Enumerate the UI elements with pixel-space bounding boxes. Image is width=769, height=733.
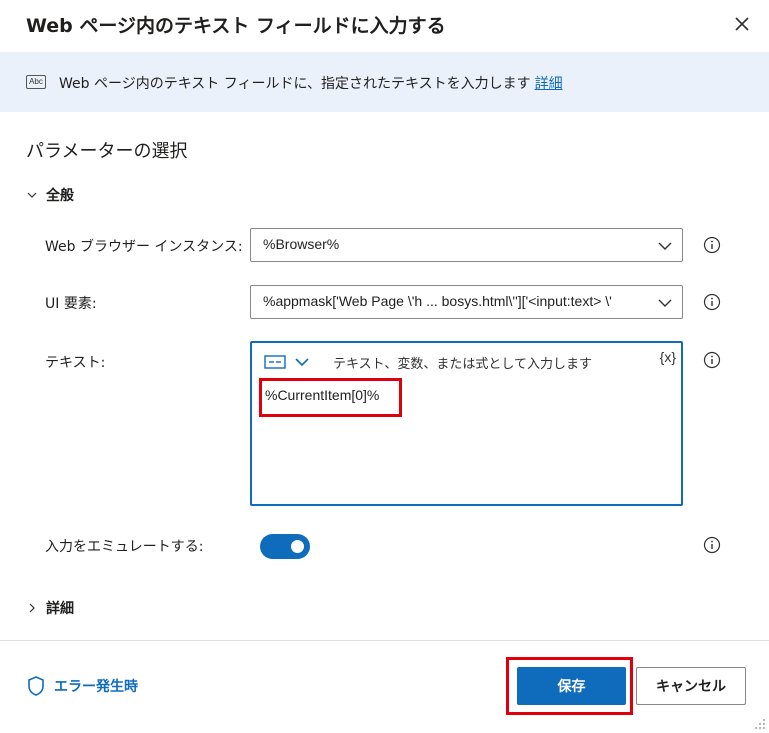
chevron-down-icon xyxy=(295,358,309,367)
detail-group-toggle[interactable]: 詳細 xyxy=(26,597,74,619)
browser-instance-label: Web ブラウザー インスタンス: xyxy=(45,239,243,255)
banner-description: Web ページ内のテキスト フィールドに、指定されたテキストを入力します 詳細 xyxy=(59,73,563,93)
info-icon[interactable] xyxy=(703,236,721,254)
parameters-title: パラメーターの選択 xyxy=(26,141,188,162)
browser-instance-value: %Browser% xyxy=(263,236,340,252)
on-error-link[interactable]: エラー発生時 xyxy=(26,675,138,697)
footer-divider xyxy=(0,640,769,641)
text-label: テキスト: xyxy=(45,355,106,371)
ui-element-select[interactable]: %appmask['Web Page \'h ... bosys.html\''… xyxy=(250,285,683,319)
info-icon[interactable] xyxy=(703,293,721,311)
close-button[interactable] xyxy=(728,10,756,38)
emulate-label: 入力をエミュレートする: xyxy=(45,539,204,555)
save-button[interactable]: 保存 xyxy=(517,667,626,705)
chevron-down-icon xyxy=(657,295,673,311)
input-type-button[interactable] xyxy=(264,351,316,373)
toggle-knob xyxy=(291,540,304,553)
text-input-placeholder: テキスト、変数、または式として入力します xyxy=(333,357,592,372)
emulate-toggle[interactable] xyxy=(260,534,310,559)
ui-element-value: %appmask['Web Page \'h ... bosys.html\''… xyxy=(263,293,612,309)
variable-button[interactable]: {x} xyxy=(660,349,676,365)
on-error-label: エラー発生時 xyxy=(54,679,138,695)
browser-instance-select[interactable]: %Browser% xyxy=(250,228,683,262)
chevron-down-icon xyxy=(657,238,673,254)
dialog-title-bar: Web ページ内のテキスト フィールドに入力する xyxy=(0,0,769,50)
abc-icon: Abc xyxy=(26,75,46,89)
text-input-value: %CurrentItem[0]% xyxy=(265,387,380,403)
info-icon[interactable] xyxy=(703,536,721,554)
cancel-button[interactable]: キャンセル xyxy=(636,667,746,705)
dialog-title: Web ページ内のテキスト フィールドに入力する xyxy=(26,15,446,37)
close-icon xyxy=(735,17,749,31)
general-group-label: 全般 xyxy=(46,188,74,204)
banner-detail-link[interactable]: 詳細 xyxy=(535,76,563,92)
shield-icon xyxy=(28,676,44,696)
detail-group-label: 詳細 xyxy=(46,601,74,617)
ui-element-label: UI 要素: xyxy=(45,296,97,312)
info-icon[interactable] xyxy=(703,351,721,369)
chevron-down-icon xyxy=(27,192,37,198)
text-input[interactable]: テキスト、変数、または式として入力します {x} %CurrentItem[0]… xyxy=(250,341,683,506)
resize-grip-icon[interactable] xyxy=(752,716,766,730)
chevron-right-icon xyxy=(29,603,35,613)
general-group-toggle[interactable]: 全般 xyxy=(26,184,74,206)
text-field-icon xyxy=(264,355,286,369)
banner-text: Web ページ内のテキスト フィールドに、指定されたテキストを入力します xyxy=(59,76,531,92)
